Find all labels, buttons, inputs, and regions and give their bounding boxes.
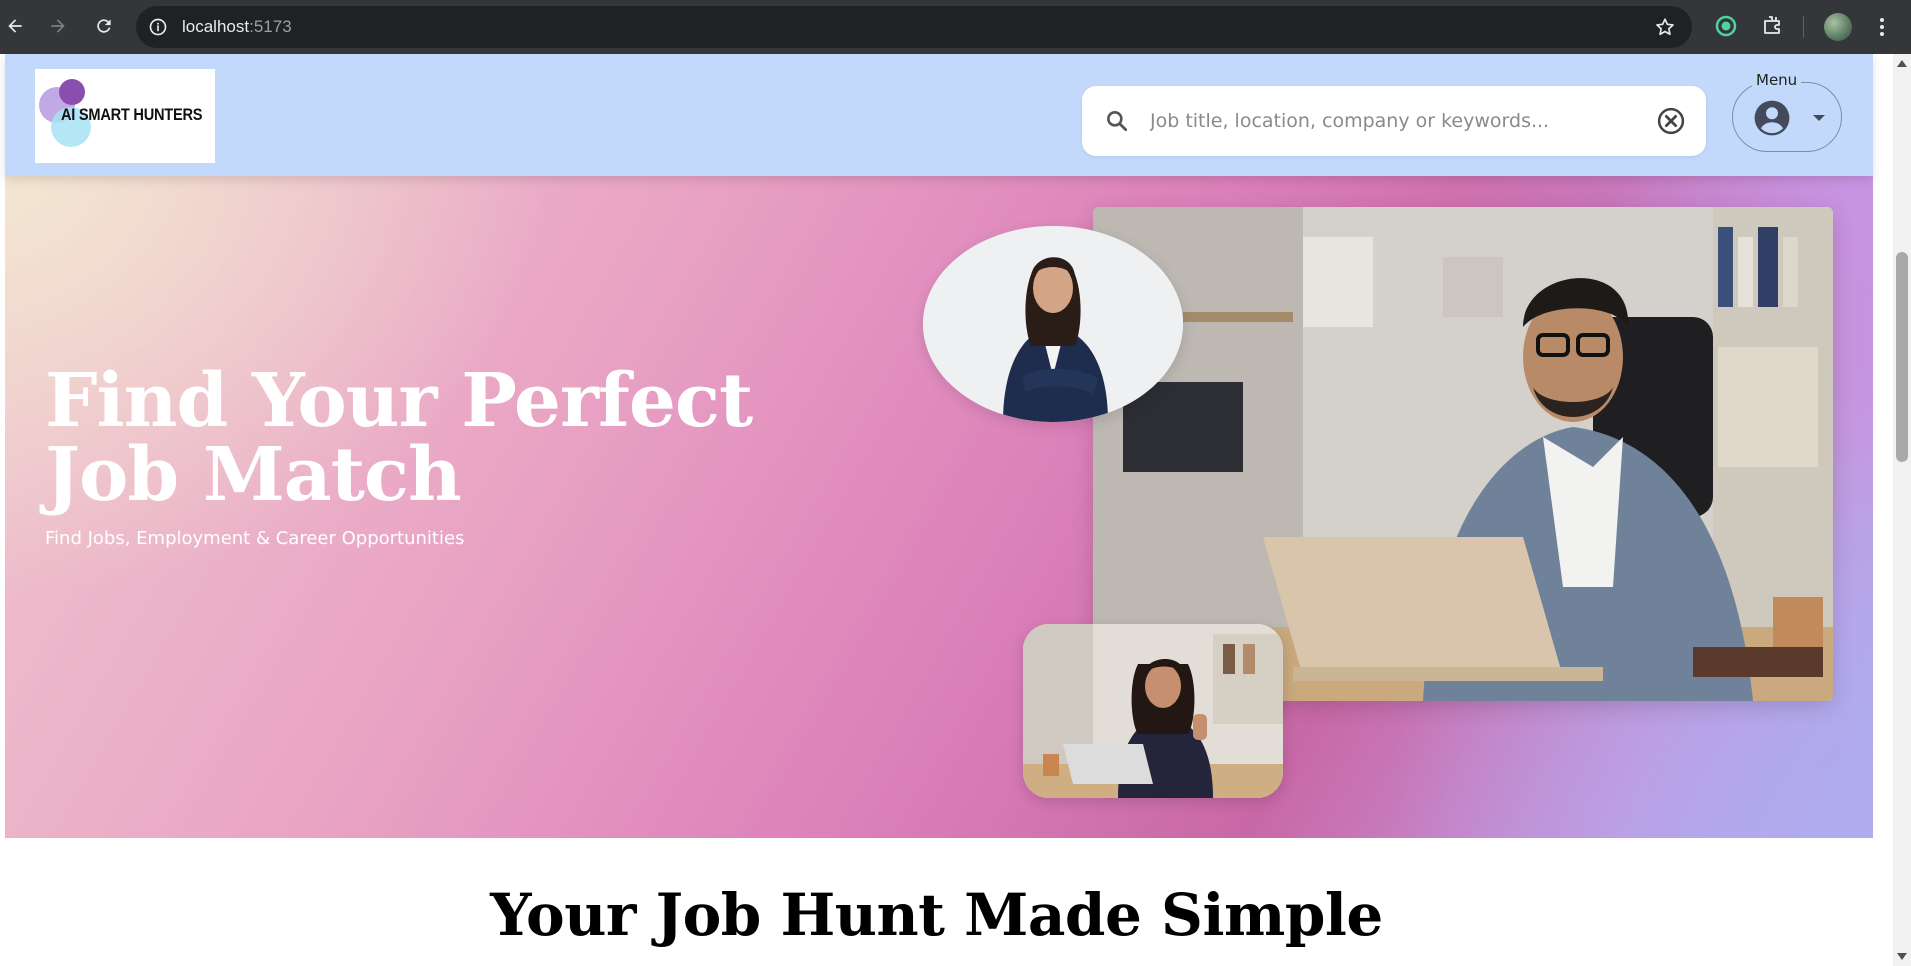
logo-text: AI SMART HUNTERS xyxy=(61,105,203,124)
scroll-down-arrow-icon[interactable] xyxy=(1897,953,1907,960)
job-search-bar xyxy=(1082,86,1706,156)
hero-banner: Find Your Perfect Job Match Find Jobs, E… xyxy=(5,176,1873,838)
profile-avatar[interactable] xyxy=(1824,13,1852,41)
chevron-down-icon xyxy=(1813,115,1825,121)
puzzle-icon[interactable] xyxy=(1760,14,1784,38)
url-host: localhost xyxy=(182,17,250,36)
hero-title: Find Your Perfect Job Match xyxy=(45,364,753,512)
logo-circle-purple xyxy=(59,79,85,105)
reload-icon[interactable] xyxy=(89,11,119,41)
toolbar-divider xyxy=(1803,16,1804,38)
scroll-up-arrow-icon[interactable] xyxy=(1897,60,1907,67)
extension-icon[interactable] xyxy=(1714,14,1738,38)
menu-label: Menu xyxy=(1752,71,1802,89)
hero-subtitle: Find Jobs, Employment & Career Opportuni… xyxy=(45,528,465,549)
site-header: AI SMART HUNTERS Menu xyxy=(5,54,1873,176)
account-circle-icon xyxy=(1754,100,1790,136)
woman-thumbs-up-at-desk-photo xyxy=(1023,624,1283,798)
kebab-menu-icon[interactable] xyxy=(1870,15,1894,39)
site-logo[interactable]: AI SMART HUNTERS xyxy=(35,69,215,163)
address-bar[interactable]: localhost:5173 xyxy=(136,6,1692,48)
bookmark-star-icon[interactable] xyxy=(1654,16,1676,38)
forward-icon[interactable] xyxy=(43,11,73,41)
back-icon[interactable] xyxy=(0,11,30,41)
search-icon[interactable] xyxy=(1104,108,1130,134)
clear-search-icon[interactable] xyxy=(1656,106,1686,136)
page-viewport: AI SMART HUNTERS Menu xyxy=(0,54,1893,966)
page-scrollbar[interactable] xyxy=(1893,54,1911,966)
search-input[interactable] xyxy=(1150,101,1630,141)
professional-woman-arms-crossed-photo xyxy=(923,226,1183,422)
section-title: Your Job Hunt Made Simple xyxy=(490,881,1383,949)
hero-title-line2: Job Match xyxy=(45,432,462,518)
user-menu-button[interactable] xyxy=(1732,82,1842,152)
browser-toolbar: localhost:5173 xyxy=(0,0,1911,54)
url-port: :5173 xyxy=(249,17,292,36)
site-info-icon[interactable] xyxy=(148,17,168,37)
scrollbar-thumb[interactable] xyxy=(1896,252,1908,462)
url-text: localhost:5173 xyxy=(182,17,292,37)
